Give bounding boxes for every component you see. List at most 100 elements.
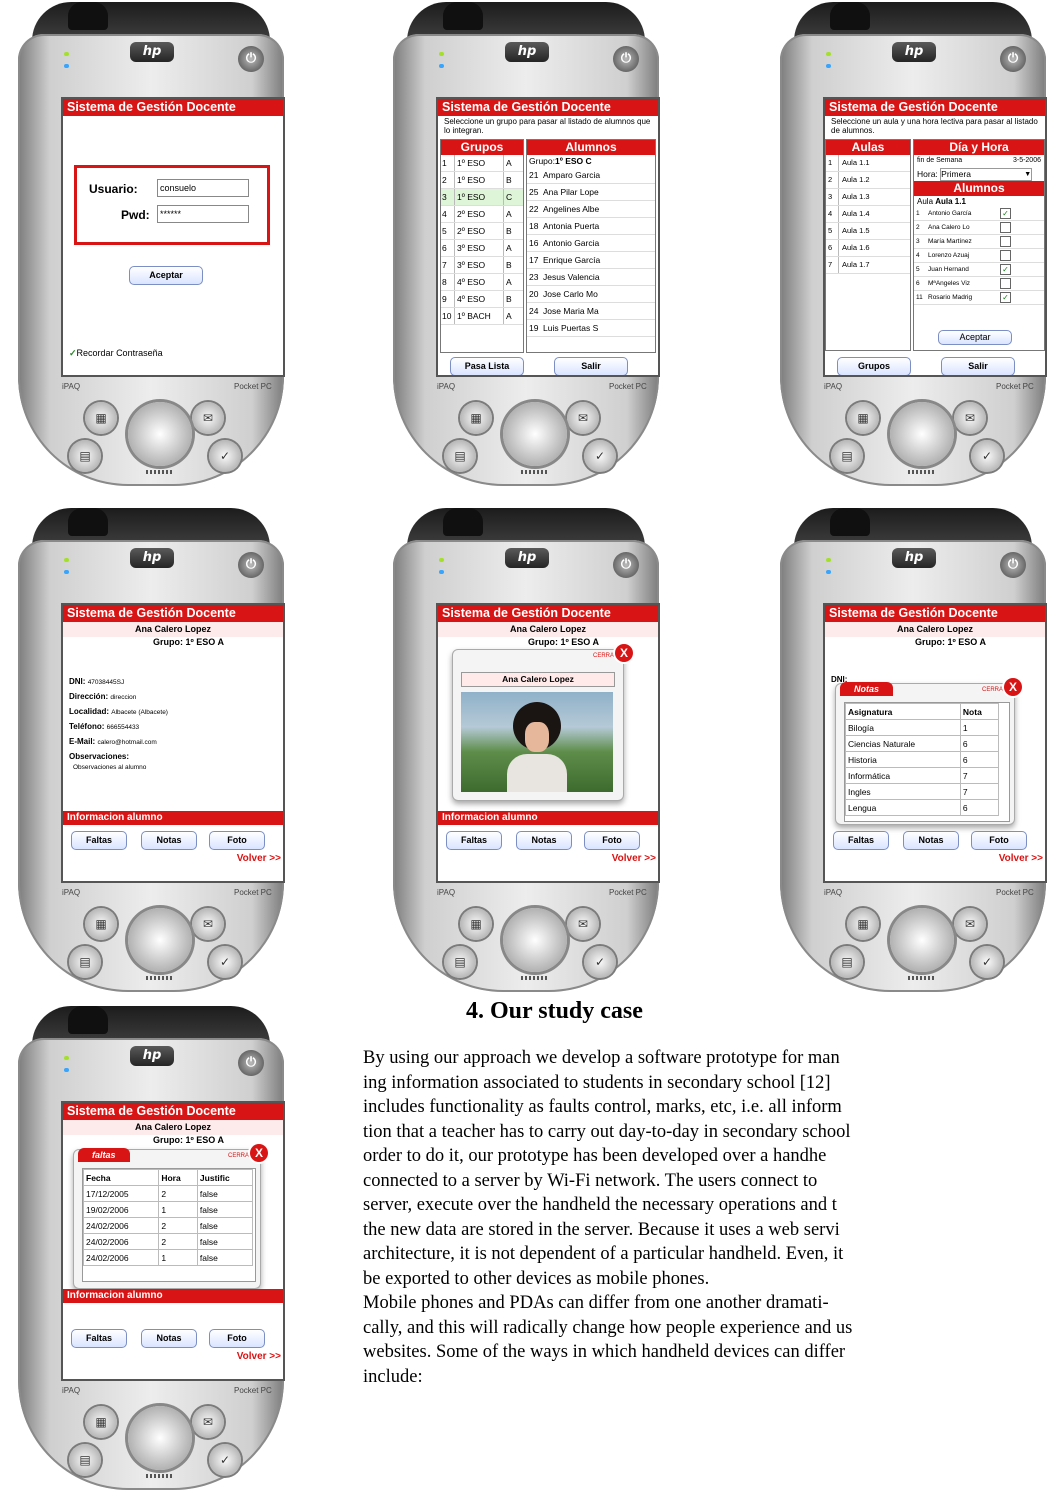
- salir-button[interactable]: Salir: [941, 357, 1015, 375]
- close-icon[interactable]: X: [615, 644, 633, 662]
- alumno-row[interactable]: 17 Enrique García: [527, 252, 655, 269]
- faltas-table-wrap[interactable]: Fecha Hora Justific 17/12/2005 2 false 19/02/2…: [82, 1168, 256, 1282]
- grupos-button[interactable]: Grupos: [837, 357, 911, 375]
- inbox-button-icon[interactable]: ✉: [954, 402, 986, 434]
- table-row[interactable]: Ingles 7: [845, 783, 1000, 800]
- tasks-button-icon[interactable]: ✓: [584, 440, 616, 472]
- contacts-button-icon[interactable]: ▤: [69, 1444, 101, 1476]
- close-icon[interactable]: X: [1004, 678, 1022, 696]
- volver-link[interactable]: Volver >>: [999, 853, 1043, 864]
- aula-student-row[interactable]: 3 María Martínez: [914, 235, 1044, 249]
- table-row[interactable]: Lengua 6: [845, 799, 1000, 816]
- aula-student-row[interactable]: 6 MªAngeles Viz: [914, 277, 1044, 291]
- power-icon[interactable]: ⏻: [238, 552, 264, 578]
- power-icon[interactable]: ⏻: [1000, 552, 1026, 578]
- notas-button[interactable]: Notas: [141, 831, 197, 850]
- grupo-row[interactable]: 8 4º ESO A: [441, 274, 523, 291]
- table-row[interactable]: 19/02/2006 1 false: [83, 1201, 254, 1218]
- alumno-row[interactable]: 16 Antonio Garcia: [527, 235, 655, 252]
- attendance-checkbox[interactable]: ✓: [1000, 291, 1011, 303]
- grupo-row[interactable]: 5 2º ESO B: [441, 223, 523, 240]
- calendar-button-icon[interactable]: ▦: [460, 402, 492, 434]
- aula-row[interactable]: 7 Aula 1.7: [826, 257, 910, 274]
- tasks-button-icon[interactable]: ✓: [209, 1444, 241, 1476]
- grupo-row[interactable]: 4 2º ESO A: [441, 206, 523, 223]
- alumno-row[interactable]: 20 Jose Carlo Mo: [527, 286, 655, 303]
- close-icon[interactable]: X: [250, 1144, 268, 1162]
- salir-button[interactable]: Salir: [554, 357, 628, 375]
- inbox-button-icon[interactable]: ✉: [567, 908, 599, 940]
- grupo-row[interactable]: 2 1º ESO B: [441, 172, 523, 189]
- tasks-button-icon[interactable]: ✓: [584, 946, 616, 978]
- tasks-button-icon[interactable]: ✓: [971, 440, 1003, 472]
- power-icon[interactable]: ⏻: [613, 552, 639, 578]
- contacts-button-icon[interactable]: ▤: [831, 946, 863, 978]
- calendar-button-icon[interactable]: ▦: [847, 908, 879, 940]
- calendar-button-icon[interactable]: ▦: [847, 402, 879, 434]
- aula-student-row[interactable]: 11 Rosario Madrig ✓: [914, 291, 1044, 305]
- aula-students-list[interactable]: 1 Antonio García ✓ 2 Ana Calero Lo 3 María Mar…: [914, 207, 1044, 305]
- volver-link[interactable]: Volver >>: [237, 853, 281, 864]
- table-row[interactable]: 24/02/2006 2 false: [83, 1217, 254, 1234]
- aceptar-button[interactable]: Aceptar: [938, 330, 1012, 345]
- notas-button[interactable]: Notas: [903, 831, 959, 850]
- grupo-row[interactable]: 9 4º ESO B: [441, 291, 523, 308]
- alumno-row[interactable]: 24 Jose Maria Ma: [527, 303, 655, 320]
- calendar-button-icon[interactable]: ▦: [85, 1406, 117, 1438]
- notas-table-wrap[interactable]: Asignatura Nota Bilogía 1 Ciencias Naturale 6…: [844, 702, 1010, 822]
- notas-button[interactable]: Notas: [516, 831, 572, 850]
- navigation-dpad[interactable]: [890, 908, 954, 972]
- aula-row[interactable]: 6 Aula 1.6: [826, 240, 910, 257]
- grupo-row[interactable]: 6 3º ESO A: [441, 240, 523, 257]
- attendance-checkbox[interactable]: ✓: [1000, 263, 1011, 275]
- tasks-button-icon[interactable]: ✓: [971, 946, 1003, 978]
- power-icon[interactable]: ⏻: [613, 46, 639, 72]
- inbox-button-icon[interactable]: ✉: [192, 908, 224, 940]
- grupo-row[interactable]: 10 1º BACH A: [441, 308, 523, 325]
- aula-row[interactable]: 2 Aula 1.2: [826, 172, 910, 189]
- alumno-row[interactable]: 23 Jesus Valencia: [527, 269, 655, 286]
- calendar-button-icon[interactable]: ▦: [85, 402, 117, 434]
- faltas-button[interactable]: Faltas: [833, 831, 889, 850]
- foto-button[interactable]: Foto: [971, 831, 1027, 850]
- alumno-row[interactable]: 21 Amparo Garcia: [527, 167, 655, 184]
- foto-button[interactable]: Foto: [584, 831, 640, 850]
- table-row[interactable]: Informática 7: [845, 767, 1000, 784]
- aula-row[interactable]: 3 Aula 1.3: [826, 189, 910, 206]
- pwd-field[interactable]: ******: [157, 205, 249, 223]
- inbox-button-icon[interactable]: ✉: [954, 908, 986, 940]
- table-row[interactable]: 24/02/2006 2 false: [83, 1233, 254, 1250]
- alumno-row[interactable]: 25 Ana Pilar Lope: [527, 184, 655, 201]
- aula-student-row[interactable]: 5 Juan Hernand ✓: [914, 263, 1044, 277]
- navigation-dpad[interactable]: [128, 402, 192, 466]
- aceptar-button[interactable]: Aceptar: [129, 266, 203, 285]
- pasa-lista-button[interactable]: Pasa Lista: [450, 357, 524, 375]
- remember-checkbox[interactable]: ✓Recordar Contraseña: [69, 348, 163, 359]
- hora-select[interactable]: Primera ▼: [940, 168, 1033, 182]
- navigation-dpad[interactable]: [128, 908, 192, 972]
- aula-row[interactable]: 5 Aula 1.5: [826, 223, 910, 240]
- attendance-checkbox[interactable]: [1000, 235, 1011, 247]
- power-icon[interactable]: ⏻: [238, 46, 264, 72]
- foto-button[interactable]: Foto: [209, 1329, 265, 1348]
- inbox-button-icon[interactable]: ✉: [192, 402, 224, 434]
- contacts-button-icon[interactable]: ▤: [444, 946, 476, 978]
- faltas-button[interactable]: Faltas: [446, 831, 502, 850]
- aula-row[interactable]: 1 Aula 1.1: [826, 155, 910, 172]
- alumnos-list[interactable]: 21 Amparo Garcia 25 Ana Pilar Lope 22 Angelin…: [527, 167, 655, 337]
- calendar-button-icon[interactable]: ▦: [460, 908, 492, 940]
- attendance-checkbox[interactable]: [1000, 221, 1011, 233]
- grupo-row[interactable]: 3 1º ESO C: [441, 189, 523, 206]
- attendance-checkbox[interactable]: [1000, 277, 1011, 289]
- contacts-button-icon[interactable]: ▤: [69, 946, 101, 978]
- contacts-button-icon[interactable]: ▤: [69, 440, 101, 472]
- navigation-dpad[interactable]: [890, 402, 954, 466]
- alumno-row[interactable]: 22 Angelines Albe: [527, 201, 655, 218]
- table-row[interactable]: 17/12/2005 2 false: [83, 1185, 254, 1202]
- attendance-checkbox[interactable]: [1000, 249, 1011, 261]
- grupo-row[interactable]: 7 3º ESO B: [441, 257, 523, 274]
- faltas-button[interactable]: Faltas: [71, 1329, 127, 1348]
- tasks-button-icon[interactable]: ✓: [209, 946, 241, 978]
- volver-link[interactable]: Volver >>: [237, 1351, 281, 1362]
- calendar-button-icon[interactable]: ▦: [85, 908, 117, 940]
